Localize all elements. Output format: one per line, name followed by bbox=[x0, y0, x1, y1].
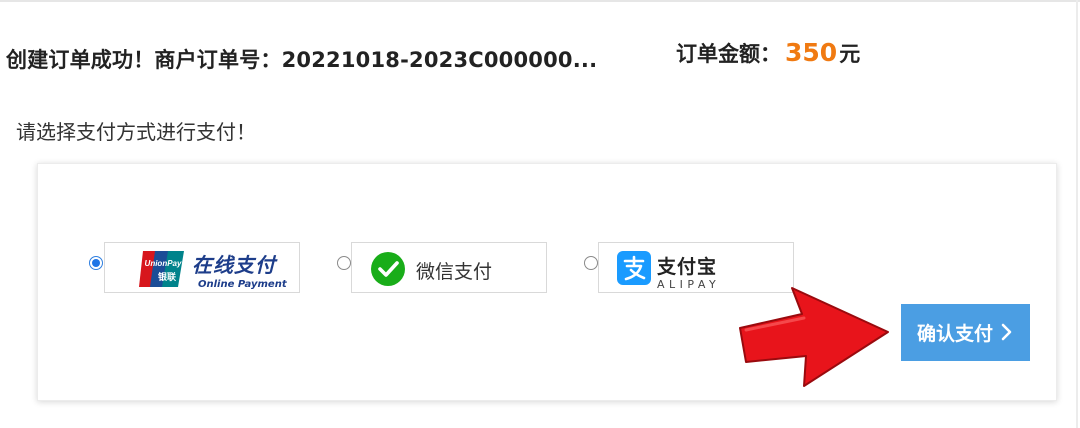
unionpay-logo-cn: 银联 bbox=[158, 271, 177, 283]
alipay-title: 支付宝 bbox=[657, 256, 718, 278]
order-success-message: 创建订单成功！商户订单号：20221018-2023C000000... bbox=[6, 48, 598, 72]
order-amount-unit: 元 bbox=[839, 42, 861, 66]
order-amount-label: 订单金额： bbox=[676, 42, 781, 66]
radio-unionpay[interactable] bbox=[89, 256, 103, 270]
order-amount-value: 350 bbox=[785, 38, 838, 67]
right-border bbox=[1076, 0, 1078, 428]
payment-option-unionpay[interactable]: UnionPay 银联 在线支付 Online Payment bbox=[104, 242, 300, 293]
payment-option-wechat[interactable]: 微信支付 bbox=[351, 242, 547, 293]
radio-alipay[interactable] bbox=[584, 256, 598, 270]
alipay-subtitle: ALIPAY bbox=[657, 278, 721, 291]
order-amount: 订单金额： 350元 bbox=[676, 38, 860, 68]
radio-wechat[interactable] bbox=[337, 256, 351, 270]
choose-payment-tip: 请选择支付方式进行支付！ bbox=[16, 120, 256, 144]
unionpay-logo-text: UnionPay bbox=[145, 259, 182, 268]
red-arrow-icon bbox=[739, 287, 889, 387]
top-border bbox=[0, 0, 1080, 2]
confirm-payment-label: 确认支付 bbox=[917, 323, 994, 345]
unionpay-title: 在线支付 bbox=[192, 253, 276, 277]
unionpay-subtitle: Online Payment bbox=[198, 279, 287, 290]
wechat-icon bbox=[371, 252, 405, 286]
wechat-label: 微信支付 bbox=[416, 261, 493, 283]
unionpay-logo-icon: UnionPay 银联 bbox=[139, 251, 184, 287]
confirm-payment-button[interactable]: 确认支付 bbox=[901, 304, 1030, 361]
chevron-right-icon bbox=[1001, 323, 1012, 341]
alipay-icon bbox=[617, 251, 651, 285]
